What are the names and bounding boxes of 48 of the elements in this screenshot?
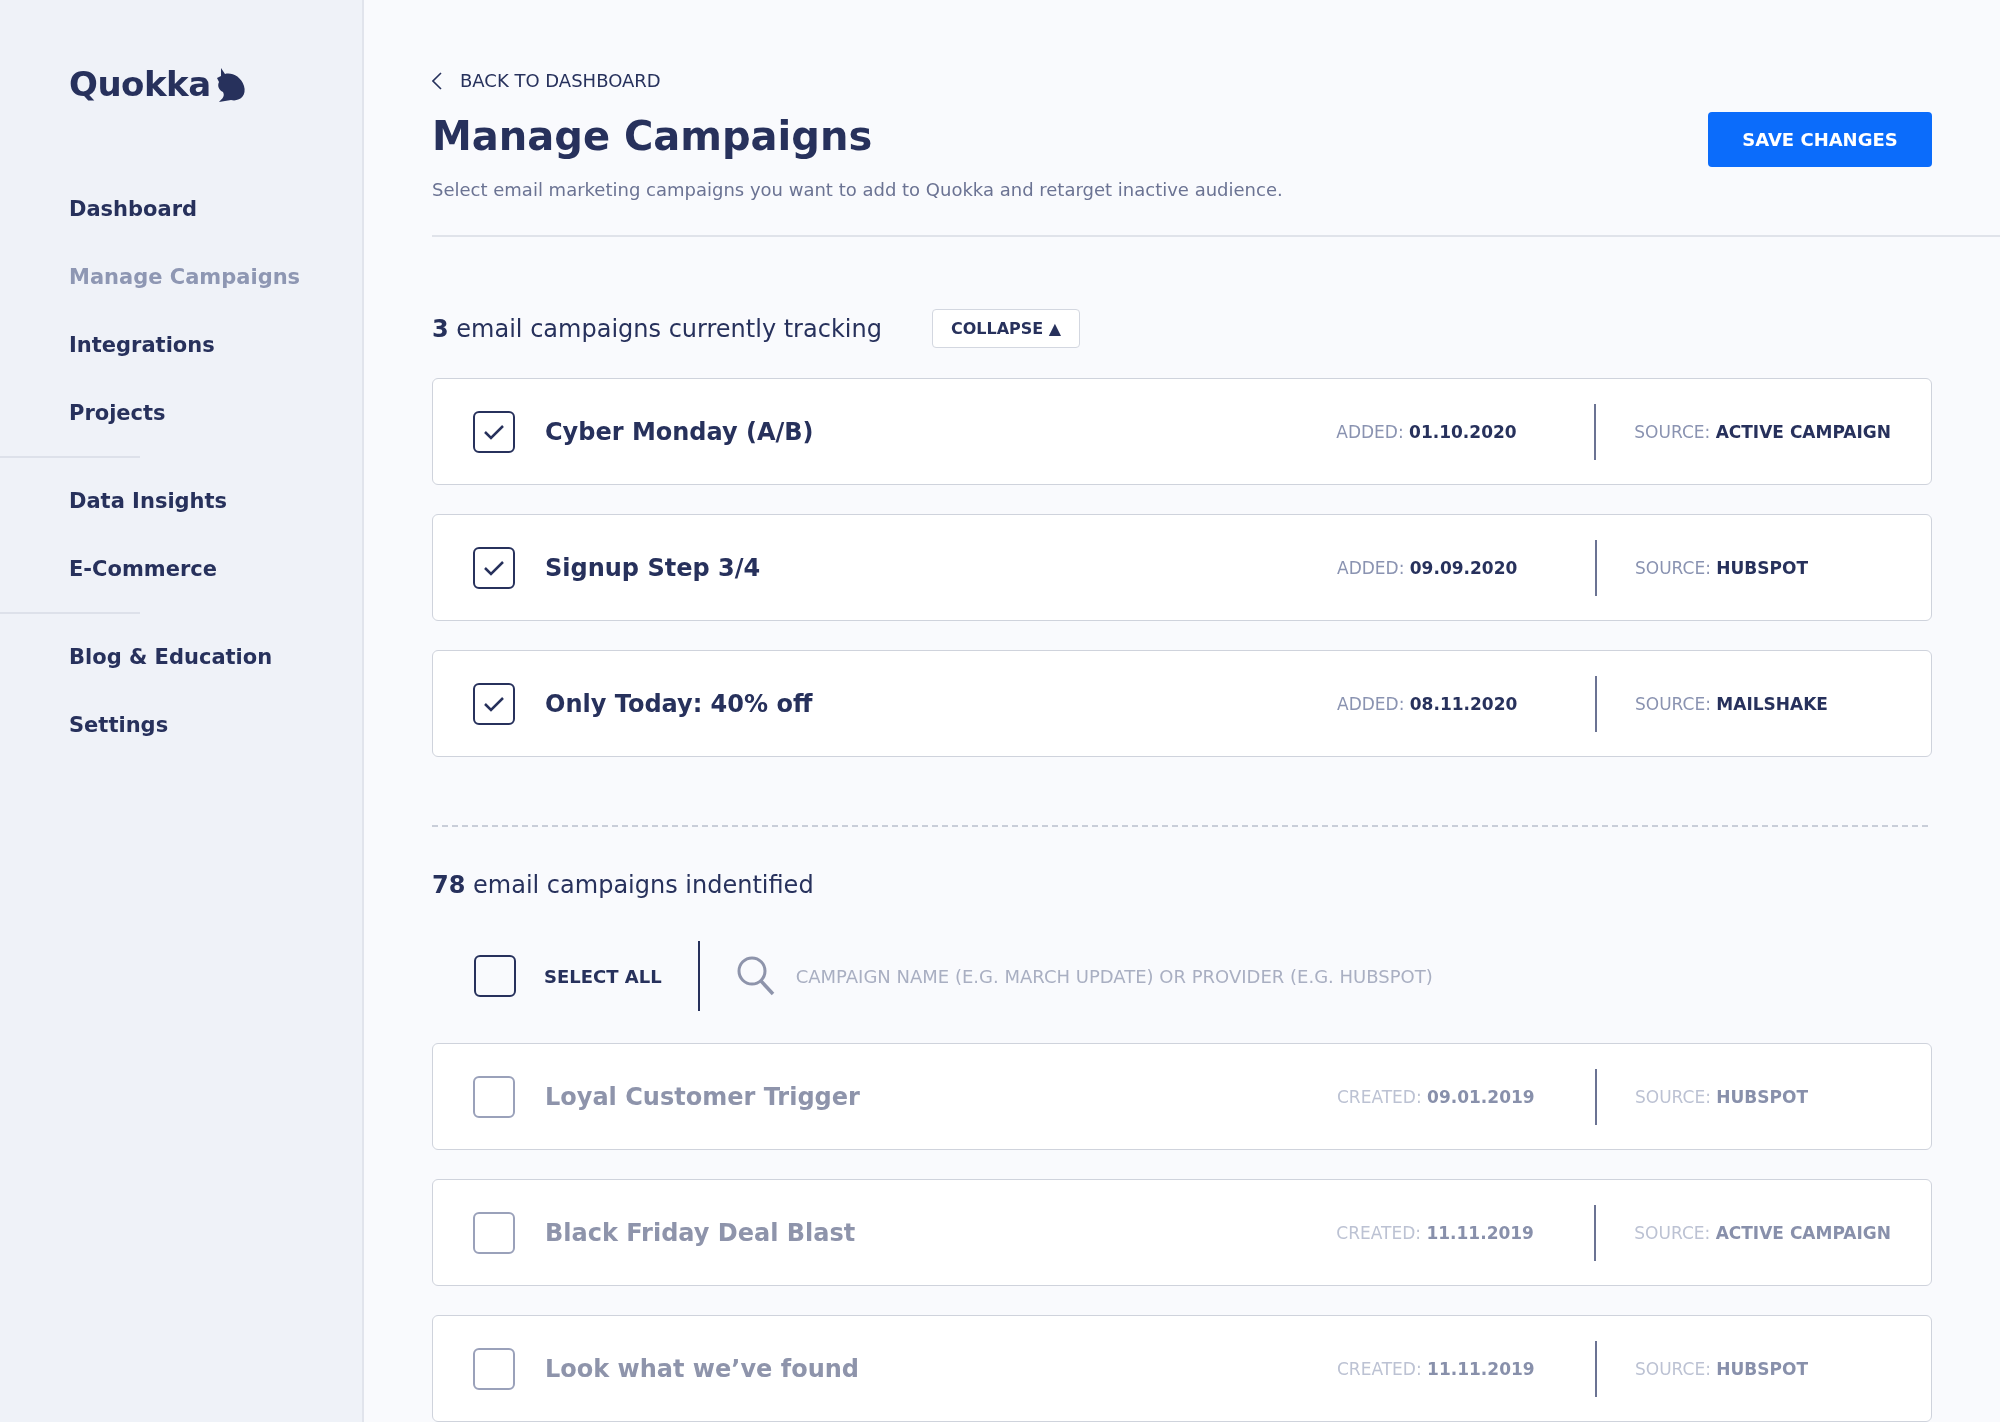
campaign-source: SOURCE: HUBSPOT — [1635, 1357, 1810, 1381]
checkbox[interactable] — [473, 410, 515, 453]
search-icon — [735, 955, 776, 997]
campaign-name: Loyal Customer Trigger — [545, 1082, 861, 1111]
nav-item[interactable]: Integrations — [69, 331, 215, 359]
nav-item[interactable]: Data Insights — [69, 487, 228, 515]
campaign-source: SOURCE: HUBSPOT — [1635, 1085, 1810, 1109]
campaign-date: ADDED: 08.11.2020 — [1337, 692, 1519, 716]
campaign-date: CREATED: 11.11.2019 — [1336, 1221, 1535, 1245]
page-title: Manage Campaigns — [432, 113, 874, 159]
back-link-text: BACK TO DASHBOARD — [460, 70, 661, 91]
campaign-source: SOURCE: HUBSPOT — [1635, 556, 1810, 580]
page-subtitle: Select email marketing campaigns you want to add to Quokka and retarget inactive audience. — [432, 179, 1283, 200]
checkbox[interactable] — [473, 546, 515, 589]
select-all-label[interactable]: SELECT ALL — [544, 965, 662, 987]
checkmark-icon — [483, 422, 505, 441]
campaign-date: ADDED: 09.09.2020 — [1337, 556, 1519, 580]
campaign-name: Only Today: 40% off — [545, 689, 814, 718]
campaign-date: ADDED: 01.10.2020 — [1336, 420, 1518, 444]
campaign-source: SOURCE: ACTIVE CAMPAIGN — [1634, 1221, 1891, 1245]
campaign-date: CREATED: 09.01.2019 — [1337, 1085, 1536, 1109]
campaign-name: Black Friday Deal Blast — [545, 1218, 857, 1247]
chevron-left-icon — [432, 71, 442, 90]
checkbox[interactable] — [473, 1075, 515, 1118]
nav-item[interactable]: E-Commerce — [69, 555, 217, 583]
campaign-date: CREATED: 11.11.2019 — [1337, 1357, 1536, 1381]
checkbox[interactable] — [473, 682, 515, 725]
section-heading: 78 email campaigns indentified — [432, 871, 814, 899]
nav-item[interactable]: Dashboard — [69, 195, 198, 223]
campaign-name: Cyber Monday (A/B) — [545, 417, 815, 446]
campaign-source: SOURCE: MAILSHAKE — [1635, 692, 1829, 716]
collapse-button[interactable]: COLLAPSE ▲ — [931, 309, 1081, 348]
campaign-source: SOURCE: ACTIVE CAMPAIGN — [1634, 420, 1891, 444]
logo-text: Quokka — [69, 64, 211, 104]
section-heading: 3 email campaigns currently tracking — [432, 314, 882, 343]
nav-item[interactable]: Projects — [69, 399, 166, 427]
nav-item[interactable]: Blog & Education — [69, 643, 273, 671]
nav-item[interactable]: Settings — [69, 711, 169, 739]
back-link[interactable]: BACK TO DASHBOARD — [432, 70, 1283, 91]
save-button[interactable]: SAVE CHANGES — [1708, 112, 1932, 167]
campaign-name: Look what we’ve found — [545, 1354, 860, 1383]
search-field[interactable]: CAMPAIGN NAME (E.G. MARCH UPDATE) OR PROVIDER (E.G. HUBSPOT) — [793, 964, 1594, 988]
checkbox[interactable] — [473, 1211, 515, 1254]
checkmark-icon — [483, 558, 505, 577]
checkbox[interactable] — [473, 1347, 515, 1390]
campaign-name: Signup Step 3/4 — [545, 553, 762, 582]
checkbox[interactable] — [474, 955, 516, 997]
checkmark-icon — [483, 694, 505, 713]
